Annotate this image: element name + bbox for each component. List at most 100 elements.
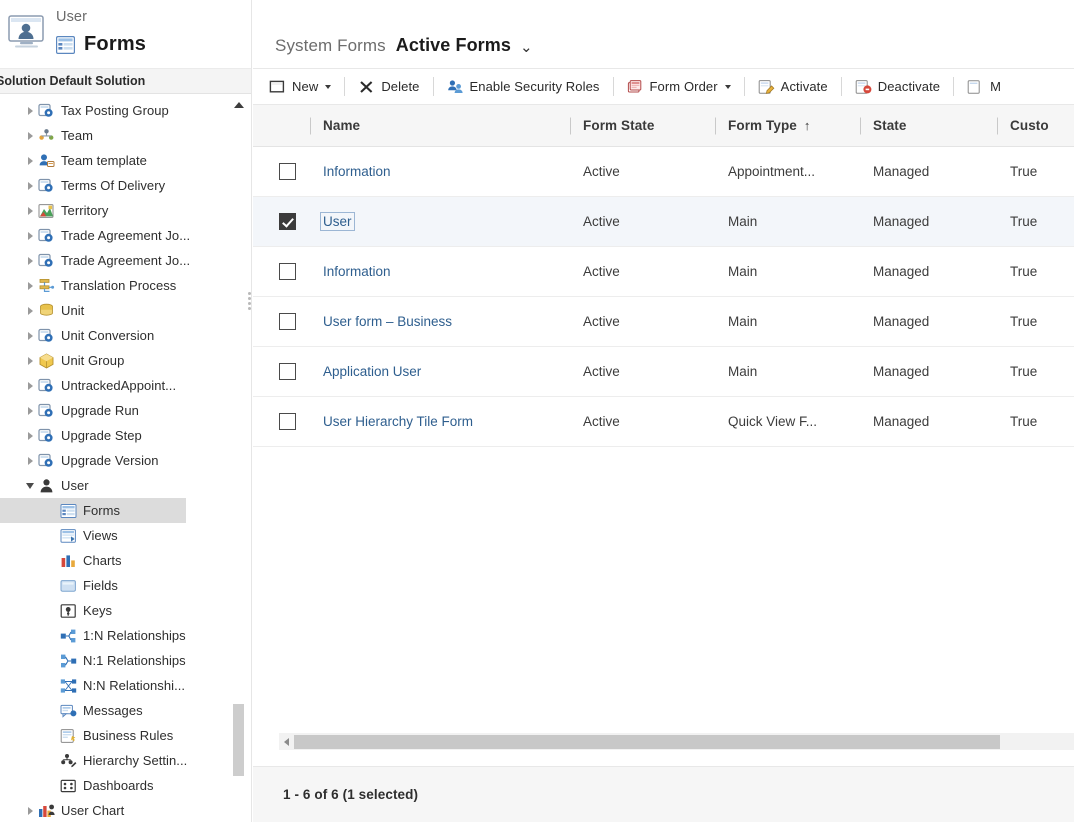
tree-item-territory[interactable]: Territory: [0, 198, 240, 223]
row-checkbox[interactable]: [279, 363, 296, 380]
form-name-link[interactable]: User Hierarchy Tile Form: [323, 414, 473, 429]
caret-down-icon[interactable]: [725, 85, 731, 89]
tree-item-keys[interactable]: Keys: [0, 598, 240, 623]
form-name-link[interactable]: Application User: [323, 364, 421, 379]
command-activate-button[interactable]: Activate: [750, 74, 836, 100]
command-deactivate-button[interactable]: Deactivate: [847, 74, 948, 100]
table-row[interactable]: User Hierarchy Tile FormActiveQuick View…: [253, 397, 1074, 447]
chevron-collapsed-icon[interactable]: [22, 182, 38, 190]
chevron-collapsed-icon[interactable]: [22, 107, 38, 115]
chevron-expanded-icon[interactable]: [22, 483, 38, 489]
table-row[interactable]: InformationActiveMainManagedTrue: [253, 247, 1074, 297]
scroll-left-arrow-icon[interactable]: [279, 738, 294, 746]
chevron-collapsed-icon[interactable]: [22, 457, 38, 465]
form-name-cell[interactable]: Information: [310, 247, 570, 296]
chevron-collapsed-icon[interactable]: [22, 332, 38, 340]
form-name-link[interactable]: Information: [323, 164, 391, 179]
row-checkbox[interactable]: [279, 313, 296, 330]
tree-item-upgrade-run[interactable]: Upgrade Run: [0, 398, 240, 423]
row-select-cell[interactable]: [253, 247, 310, 296]
column-header-ftype[interactable]: Form Type↑: [715, 105, 860, 146]
tree-item-upgrade-version[interactable]: Upgrade Version: [0, 448, 240, 473]
chevron-collapsed-icon[interactable]: [22, 807, 38, 815]
row-checkbox[interactable]: [279, 213, 296, 230]
tree-item-upgrade-step[interactable]: Upgrade Step: [0, 423, 240, 448]
chevron-collapsed-icon[interactable]: [22, 382, 38, 390]
form-name-link[interactable]: User: [321, 213, 354, 230]
table-row[interactable]: InformationActiveAppointment...ManagedTr…: [253, 147, 1074, 197]
tree-item-views[interactable]: Views: [0, 523, 240, 548]
column-header-name[interactable]: Name: [310, 105, 570, 146]
tree-item-unit-group[interactable]: Unit Group: [0, 348, 240, 373]
tree-item-terms-of-delivery[interactable]: Terms Of Delivery: [0, 173, 240, 198]
tree-item-untrackedappoint[interactable]: UntrackedAppoint...: [0, 373, 240, 398]
tree-item-hierarchy-settin[interactable]: Hierarchy Settin...: [0, 748, 240, 773]
row-select-cell[interactable]: [253, 297, 310, 346]
form-name-cell[interactable]: User form – Business: [310, 297, 570, 346]
tree-item-user-chart[interactable]: User Chart: [0, 798, 240, 822]
row-checkbox[interactable]: [279, 413, 296, 430]
tree-item-messages[interactable]: Messages: [0, 698, 240, 723]
form-name-cell[interactable]: Application User: [310, 347, 570, 396]
command-enable-security-roles-button[interactable]: Enable Security Roles: [439, 74, 608, 100]
column-header-custom[interactable]: Custo: [997, 105, 1074, 146]
chevron-collapsed-icon[interactable]: [22, 132, 38, 140]
form-name-cell[interactable]: Information: [310, 147, 570, 196]
chevron-collapsed-icon[interactable]: [22, 357, 38, 365]
chevron-collapsed-icon[interactable]: [22, 232, 38, 240]
form-name-cell[interactable]: User: [310, 197, 570, 246]
column-header-state[interactable]: State: [860, 105, 997, 146]
form-name-cell[interactable]: User Hierarchy Tile Form: [310, 397, 570, 446]
tree-item-dashboards[interactable]: Dashboards: [0, 773, 240, 798]
customizable-cell: True: [997, 297, 1074, 346]
tree-item-tax-posting-group[interactable]: Tax Posting Group: [0, 98, 240, 123]
row-select-cell[interactable]: [253, 197, 310, 246]
command-new-button[interactable]: New: [261, 74, 339, 100]
tree-item-user[interactable]: User: [0, 473, 240, 498]
row-checkbox[interactable]: [279, 163, 296, 180]
tree-item-charts[interactable]: Charts: [0, 548, 240, 573]
tree-item-n-1-relationships[interactable]: N:1 Relationships: [0, 648, 240, 673]
tree-item-forms[interactable]: Forms: [0, 498, 186, 523]
row-checkbox[interactable]: [279, 263, 296, 280]
row-select-cell[interactable]: [253, 397, 310, 446]
command-form-order-button[interactable]: Form Order: [619, 74, 739, 100]
chevron-collapsed-icon[interactable]: [22, 207, 38, 215]
chevron-collapsed-icon[interactable]: [22, 307, 38, 315]
row-select-cell[interactable]: [253, 347, 310, 396]
column-header-fstate[interactable]: Form State: [570, 105, 715, 146]
tree-item-team-template[interactable]: Team template: [0, 148, 240, 173]
scroll-up-arrow-icon[interactable]: [234, 102, 244, 108]
tree-item-unit-conversion[interactable]: Unit Conversion: [0, 323, 240, 348]
form-name-link[interactable]: Information: [323, 264, 391, 279]
table-row[interactable]: UserActiveMainManagedTrue: [253, 197, 1074, 247]
scrollbar-thumb[interactable]: [233, 704, 244, 776]
tree-item-trade-agreement-jo[interactable]: Trade Agreement Jo...: [0, 223, 240, 248]
chevron-collapsed-icon[interactable]: [22, 157, 38, 165]
panel-splitter-grip[interactable]: [248, 290, 252, 322]
horizontal-scrollbar-thumb[interactable]: [294, 735, 1000, 749]
chevron-collapsed-icon[interactable]: [22, 282, 38, 290]
grid-horizontal-scrollbar[interactable]: [279, 733, 1074, 750]
tree-item-trade-agreement-jo[interactable]: Trade Agreement Jo...: [0, 248, 240, 273]
command-m-button[interactable]: M: [959, 74, 1009, 100]
tree-item-team[interactable]: Team: [0, 123, 240, 148]
tree-item-unit[interactable]: Unit: [0, 298, 240, 323]
tree-vertical-scrollbar[interactable]: [232, 94, 245, 822]
command-delete-button[interactable]: Delete: [350, 74, 427, 100]
tree-item-fields[interactable]: Fields: [0, 573, 240, 598]
tree-item-n-n-relationshi[interactable]: N:N Relationshi...: [0, 673, 240, 698]
view-selector-label[interactable]: Active Forms: [396, 35, 511, 56]
table-row[interactable]: User form – BusinessActiveMainManagedTru…: [253, 297, 1074, 347]
tree-item-business-rules[interactable]: Business Rules: [0, 723, 240, 748]
chevron-collapsed-icon[interactable]: [22, 407, 38, 415]
tree-item-translation-process[interactable]: Translation Process: [0, 273, 240, 298]
caret-down-icon[interactable]: [325, 85, 331, 89]
chevron-down-icon[interactable]: ⌄: [520, 40, 533, 55]
tree-item-1-n-relationships[interactable]: 1:N Relationships: [0, 623, 240, 648]
table-row[interactable]: Application UserActiveMainManagedTrue: [253, 347, 1074, 397]
form-name-link[interactable]: User form – Business: [323, 314, 452, 329]
chevron-collapsed-icon[interactable]: [22, 257, 38, 265]
chevron-collapsed-icon[interactable]: [22, 432, 38, 440]
row-select-cell[interactable]: [253, 147, 310, 196]
